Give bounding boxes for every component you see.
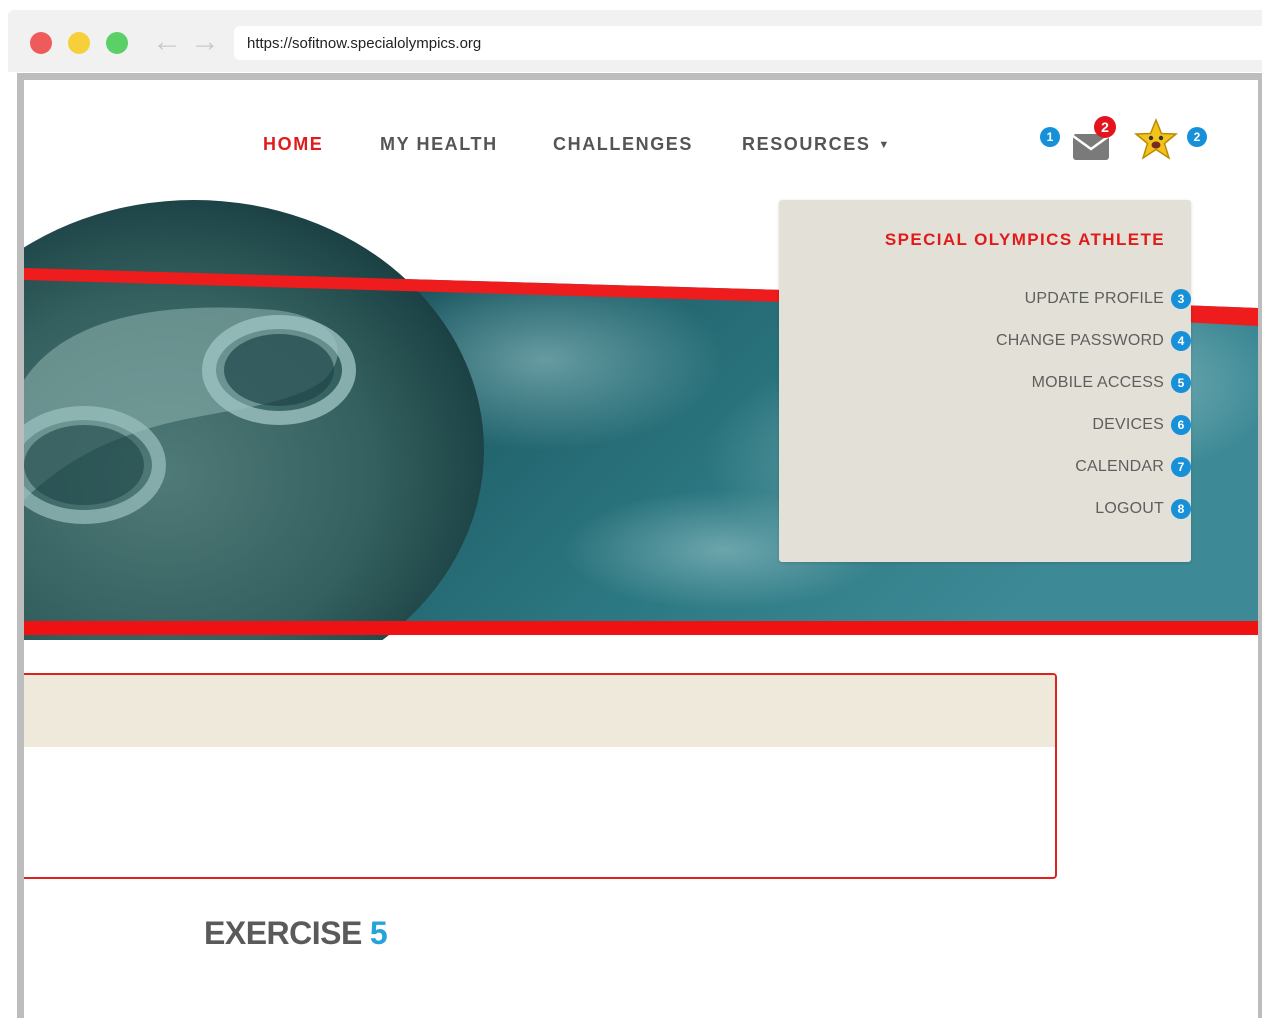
maximize-window-button[interactable] (106, 32, 128, 54)
nav-home[interactable]: HOME (263, 134, 323, 155)
caret-down-icon: ▼ (878, 139, 891, 151)
browser-toolbar: ← → https://sofitnow.specialolympics.org (8, 10, 1262, 72)
star-avatar-icon (1133, 118, 1179, 160)
nav-my-health[interactable]: MY HEALTH (380, 134, 498, 155)
menu-item-label: DEVICES (1092, 416, 1164, 433)
web-page: HOME MY HEALTH CHALLENGES RESOURCES ▼ 1 2… (24, 80, 1258, 1018)
content-card (24, 673, 1057, 879)
menu-item-label: CALENDAR (1075, 458, 1164, 475)
url-text: https://sofitnow.specialolympics.org (247, 35, 482, 52)
marker-badge-8: 8 (1171, 499, 1191, 519)
address-bar[interactable]: https://sofitnow.specialolympics.org (234, 26, 1262, 60)
dropdown-title: SPECIAL OLYMPICS ATHLETE (884, 230, 1165, 249)
marker-badge-4: 4 (1171, 331, 1191, 351)
marker-badge-3: 3 (1171, 289, 1191, 309)
back-arrow-icon[interactable]: ← (152, 24, 182, 60)
exercise-heading: EXERCISE 5 (204, 915, 388, 952)
profile-dropdown-menu: SPECIAL OLYMPICS ATHLETE UPDATE PROFILE … (779, 200, 1191, 562)
messages-button[interactable]: 2 (1070, 116, 1118, 162)
marker-badge-5: 5 (1171, 373, 1191, 393)
menu-item-label: MOBILE ACCESS (1031, 374, 1164, 391)
forward-arrow-icon[interactable]: → (190, 24, 220, 60)
marker-badge-6: 6 (1171, 415, 1191, 435)
marker-badge-1: 1 (1040, 127, 1060, 147)
nav-resources[interactable]: RESOURCES ▼ (742, 134, 891, 155)
profile-menu-button[interactable] (1133, 118, 1180, 164)
unread-count-badge: 2 (1094, 116, 1116, 138)
exercise-label: EXERCISE (204, 915, 362, 951)
minimize-window-button[interactable] (68, 32, 90, 54)
nav-resources-label: RESOURCES (742, 134, 871, 154)
menu-item-label: UPDATE PROFILE (1024, 290, 1164, 307)
menu-item-label: LOGOUT (1095, 500, 1164, 517)
exercise-number: 5 (369, 915, 388, 951)
nav-challenges[interactable]: CHALLENGES (553, 134, 693, 155)
close-window-button[interactable] (30, 32, 52, 54)
marker-badge-7: 7 (1171, 457, 1191, 477)
marker-badge-2: 2 (1187, 127, 1207, 147)
menu-item-label: CHANGE PASSWORD (995, 332, 1164, 349)
content-card-header (24, 675, 1055, 747)
